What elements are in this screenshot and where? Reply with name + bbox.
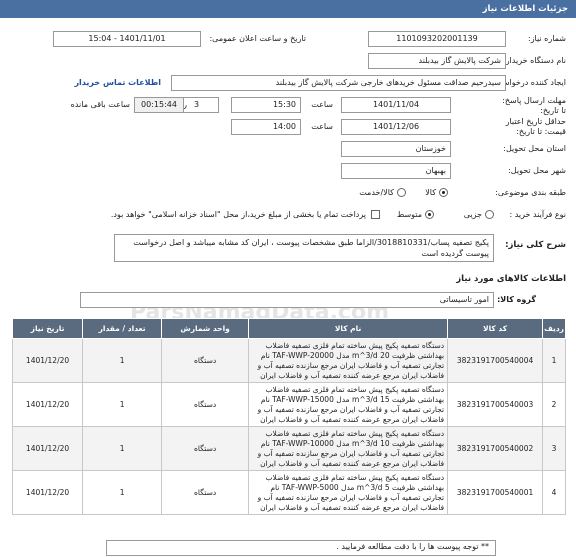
- table-row: 3 3823191700540002 دستگاه تصفیه پکیج پیش…: [11, 426, 566, 471]
- purchase-option-medium: متوسط: [396, 210, 422, 219]
- cell-qty: 1: [82, 470, 163, 515]
- purchase-option-minor: جزیی: [463, 210, 482, 219]
- deadline-time-field: 15:30: [231, 97, 301, 113]
- deadline-time-label: ساعت: [311, 100, 333, 109]
- cell-code: 3823191700540003: [447, 382, 544, 427]
- cell-unit: دستگاه: [161, 382, 250, 427]
- need-number-field: 1101093202001139: [368, 31, 506, 47]
- province-field: خوزستان: [341, 141, 451, 157]
- cell-qty: 1: [82, 338, 163, 383]
- goods-group-label: گروه کالا:: [497, 295, 536, 304]
- page-title: جزئیات اطلاعات نیاز: [482, 4, 568, 14]
- table-row: 4 3823191700540001 دستگاه تصفیه پکیج پیش…: [11, 470, 566, 515]
- purchase-radio-medium[interactable]: [425, 210, 434, 219]
- contact-info-link[interactable]: اطلاعات تماس خریدار: [74, 78, 161, 87]
- cell-row: 3: [542, 426, 566, 471]
- announce-field: 1401/11/01 - 15:04: [53, 31, 201, 47]
- cell-name: دستگاه تصفیه پکیج پیش ساخته تمام فلزی تص…: [248, 426, 449, 471]
- treasury-note: پرداخت تمام یا بخشی از مبلغ خرید،از محل …: [110, 210, 366, 219]
- purchase-type-label: نوع فرآیند خرید :: [509, 210, 566, 219]
- remaining-time-field: 00:15:44: [134, 97, 184, 113]
- city-field: بهبهان: [341, 163, 451, 179]
- province-label: استان محل تحویل:: [503, 144, 566, 153]
- table-row: 1 3823191700540004 دستگاه تصفیه پکیج پیش…: [11, 338, 566, 383]
- deadline-label: مهلت ارسال پاسخ: تا تاریخ:: [502, 96, 566, 115]
- goods-group-field: امور تاسیساتی: [80, 292, 494, 308]
- cell-code: 3823191700540002: [447, 426, 544, 471]
- col-code: کد کالا: [447, 318, 544, 339]
- need-number-label: شماره نیاز:: [528, 34, 566, 43]
- col-row: ردیف: [542, 318, 566, 339]
- cell-name: دستگاه تصفیه پکیج پیش ساخته تمام فلزی تص…: [248, 382, 449, 427]
- creator-field: سیدرحیم صداقت مسئول خریدهای خارجی شرکت پ…: [171, 75, 506, 91]
- cell-unit: دستگاه: [161, 470, 250, 515]
- summary-label: شرح کلی نیاز:: [505, 240, 566, 250]
- cell-date: 1401/12/20: [11, 470, 84, 515]
- cell-name: دستگاه تصفیه پکیج پیش ساخته تمام فلزی تص…: [248, 338, 449, 383]
- remaining-time-label: ساعت باقی مانده: [70, 100, 130, 109]
- category-radio-goods-service[interactable]: [397, 188, 406, 197]
- treasury-checkbox[interactable]: [371, 210, 380, 219]
- cell-name: دستگاه تصفیه پکیج پیش ساخته تمام فلزی تص…: [248, 470, 449, 515]
- footer-note: ** توجه پیوست ها را با دقت مطالعه فرمایی…: [106, 540, 496, 556]
- col-name: نام کالا: [248, 318, 449, 339]
- cell-date: 1401/12/20: [11, 382, 84, 427]
- category-label: طبقه بندی موضوعی:: [495, 188, 566, 197]
- col-qty: تعداد / مقدار: [82, 318, 163, 339]
- goods-table: ردیف کد کالا نام کالا واحد شمارش تعداد /…: [11, 318, 566, 515]
- goods-table-header: ردیف کد کالا نام کالا واحد شمارش تعداد /…: [11, 318, 566, 339]
- cell-row: 4: [542, 470, 566, 515]
- cell-date: 1401/12/20: [11, 338, 84, 383]
- category-radio-goods[interactable]: [439, 188, 448, 197]
- page-header: جزئیات اطلاعات نیاز: [0, 0, 576, 18]
- cell-row: 1: [542, 338, 566, 383]
- announce-label: تاریخ و ساعت اعلان عمومی:: [209, 34, 306, 43]
- table-row: 2 3823191700540003 دستگاه تصفیه پکیج پیش…: [11, 382, 566, 427]
- cell-unit: دستگاه: [161, 426, 250, 471]
- buyer-label: نام دستگاه خریدار:: [503, 56, 566, 65]
- category-option-goods: کالا: [425, 188, 436, 197]
- city-label: شهر محل تحویل:: [508, 166, 566, 175]
- validity-label: حداقل تاریخ اعتبار قیمت: تا تاریخ:: [505, 117, 566, 136]
- deadline-date-field: 1401/11/04: [341, 97, 451, 113]
- cell-code: 3823191700540004: [447, 338, 544, 383]
- col-unit: واحد شمارش: [161, 318, 250, 339]
- summary-box: پکیج تصفیه پساب/3018810331/الزاما طبق مش…: [114, 234, 494, 262]
- col-date: تاریخ نیاز: [11, 318, 84, 339]
- cell-qty: 1: [82, 426, 163, 471]
- validity-time-label: ساعت: [311, 122, 333, 131]
- cell-unit: دستگاه: [161, 338, 250, 383]
- validity-date-field: 1401/12/06: [341, 119, 451, 135]
- purchase-radio-minor[interactable]: [485, 210, 494, 219]
- category-option-goods-service: کالا/خدمت: [359, 188, 394, 197]
- cell-code: 3823191700540001: [447, 470, 544, 515]
- cell-row: 2: [542, 382, 566, 427]
- cell-date: 1401/12/20: [11, 426, 84, 471]
- goods-section-title: اطلاعات کالاهای مورد نیاز: [456, 274, 566, 284]
- validity-time-field: 14:00: [231, 119, 301, 135]
- cell-qty: 1: [82, 382, 163, 427]
- buyer-field: شرکت پالایش گاز بیدبلند: [368, 53, 506, 69]
